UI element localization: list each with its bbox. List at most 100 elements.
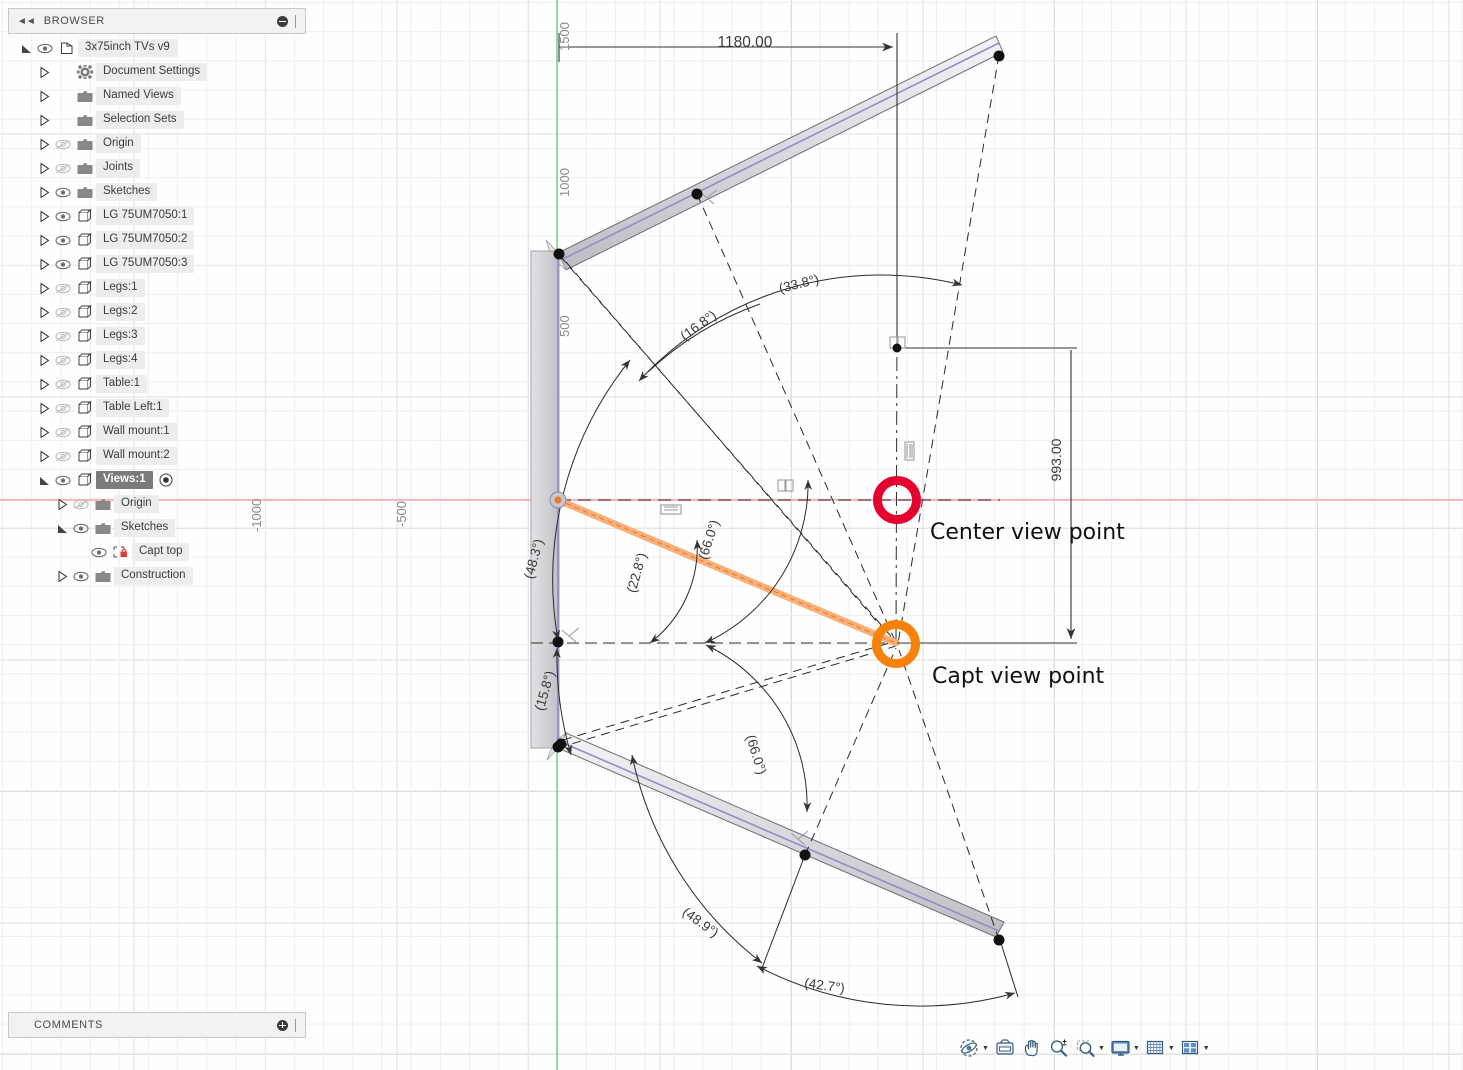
tv-panel-bottom[interactable] <box>546 732 1005 938</box>
expand-toggle-closed[interactable] <box>36 108 52 132</box>
expand-toggle-closed[interactable] <box>36 228 52 252</box>
navigation-toolbar[interactable]: ▼ ▼ ▼ ▼ ▼ <box>958 1034 1211 1062</box>
dimension-993[interactable] <box>897 347 1077 644</box>
browser-item-joints[interactable]: Joints <box>8 156 306 180</box>
chevron-down-icon[interactable]: ▼ <box>982 1045 989 1052</box>
expand-toggle-closed[interactable] <box>36 60 52 84</box>
browser-item-lg-75um7050-3[interactable]: LG 75UM7050:3 <box>8 252 306 276</box>
browser-item-legs-4[interactable]: Legs:4 <box>8 348 306 372</box>
browser-item-origin[interactable]: Origin <box>8 492 306 516</box>
chevron-down-icon[interactable]: ▼ <box>1098 1045 1105 1052</box>
eye-visible-icon[interactable] <box>52 187 74 198</box>
plus-circle-icon[interactable] <box>277 1019 288 1031</box>
eye-visible-icon[interactable] <box>70 523 92 534</box>
expand-toggle-closed[interactable] <box>36 444 52 468</box>
grid-snaps-button[interactable]: ▼ <box>1144 1035 1176 1061</box>
browser-item-legs-2[interactable]: Legs:2 <box>8 300 306 324</box>
selected-sketch-line[interactable] <box>554 496 900 647</box>
sketch-constraint-glyphs[interactable] <box>561 189 915 846</box>
expand-toggle-closed[interactable] <box>36 180 52 204</box>
browser-item-table-left-1[interactable]: Table Left:1 <box>8 396 306 420</box>
browser-item-wall-mount-2[interactable]: Wall mount:2 <box>8 444 306 468</box>
browser-item-lg-75um7050-2[interactable]: LG 75UM7050:2 <box>8 228 306 252</box>
browser-item-construction[interactable]: Construction <box>8 564 306 588</box>
expand-toggle-closed[interactable] <box>36 372 52 396</box>
chevron-down-icon[interactable]: ▼ <box>1203 1045 1210 1052</box>
expand-toggle-closed[interactable] <box>54 492 70 516</box>
expand-toggle-closed[interactable] <box>54 564 70 588</box>
chevron-down-icon[interactable]: ▼ <box>1168 1045 1175 1052</box>
eye-hidden-icon[interactable] <box>52 139 74 150</box>
browser-item-wall-mount-1[interactable]: Wall mount:1 <box>8 420 306 444</box>
expand-toggle-closed[interactable] <box>36 252 52 276</box>
expand-toggle-closed[interactable] <box>36 132 52 156</box>
expand-toggle-open[interactable] <box>54 516 70 540</box>
eye-visible-icon[interactable] <box>88 547 110 558</box>
viewports-button[interactable]: ▼ <box>1179 1035 1211 1061</box>
sketch-points[interactable] <box>552 50 1005 946</box>
expand-toggle-closed[interactable] <box>36 396 52 420</box>
chevron-down-icon[interactable]: ▼ <box>1133 1045 1140 1052</box>
browser-item-origin[interactable]: Origin <box>8 132 306 156</box>
expand-toggle-closed[interactable] <box>36 276 52 300</box>
comments-header[interactable]: COMMENTS <box>8 1012 306 1038</box>
browser-item-label: Document Settings <box>96 62 208 82</box>
browser-item-lg-75um7050-1[interactable]: LG 75UM7050:1 <box>8 204 306 228</box>
browser-tree[interactable]: 3x75inch TVs v9 Document Settings Named Vi… <box>8 36 306 588</box>
eye-hidden-icon[interactable] <box>52 331 74 342</box>
collapse-arrows-icon[interactable]: ◄◄ <box>17 16 36 27</box>
sketch-origin-point[interactable] <box>549 491 567 509</box>
eye-visible-icon[interactable] <box>34 43 56 54</box>
pan-hand-button[interactable] <box>1020 1035 1044 1061</box>
browser-item-legs-3[interactable]: Legs:3 <box>8 324 306 348</box>
browser-item-document-settings[interactable]: Document Settings <box>8 60 306 84</box>
eye-hidden-icon[interactable] <box>52 403 74 414</box>
browser-item-3x75inch-tvs-v9[interactable]: 3x75inch TVs v9 <box>8 36 306 60</box>
eye-hidden-icon[interactable] <box>52 307 74 318</box>
expand-toggle-closed[interactable] <box>36 300 52 324</box>
look-at-button[interactable] <box>993 1035 1017 1061</box>
eye-hidden-icon[interactable] <box>52 427 74 438</box>
eye-visible-icon[interactable] <box>52 259 74 270</box>
eye-hidden-icon[interactable] <box>52 379 74 390</box>
eye-hidden-icon[interactable] <box>70 499 92 510</box>
browser-item-capt-top[interactable]: Capt top <box>8 540 306 564</box>
expand-toggle-open[interactable] <box>18 36 34 60</box>
expand-toggle-closed[interactable] <box>36 156 52 180</box>
eye-visible-icon[interactable] <box>52 475 74 486</box>
expand-toggle-closed[interactable] <box>36 420 52 444</box>
browser-item-legs-1[interactable]: Legs:1 <box>8 276 306 300</box>
expand-toggle-closed[interactable] <box>36 84 52 108</box>
expand-toggle-open[interactable] <box>36 468 52 492</box>
comments-grip[interactable] <box>295 1018 298 1032</box>
browser-item-table-1[interactable]: Table:1 <box>8 372 306 396</box>
dimension-1180[interactable] <box>558 33 898 348</box>
eye-hidden-icon[interactable] <box>52 283 74 294</box>
activate-component-radio[interactable] <box>159 473 173 487</box>
center-view-point-marker[interactable] <box>873 476 921 524</box>
expand-toggle-closed[interactable] <box>36 204 52 228</box>
expand-toggle-closed[interactable] <box>36 324 52 348</box>
fit-window-button[interactable]: ▼ <box>1074 1035 1106 1061</box>
minus-circle-icon[interactable] <box>277 15 288 27</box>
tv-panel-top[interactable] <box>545 35 1004 271</box>
browser-item-sketches[interactable]: Sketches <box>8 516 306 540</box>
eye-hidden-icon[interactable] <box>52 451 74 462</box>
browser-item-sketches[interactable]: Sketches <box>8 180 306 204</box>
eye-hidden-icon[interactable] <box>52 163 74 174</box>
eye-hidden-icon[interactable] <box>52 355 74 366</box>
eye-visible-icon <box>55 475 71 485</box>
eye-visible-icon[interactable] <box>70 571 92 582</box>
browser-header[interactable]: ◄◄ BROWSER <box>8 8 306 34</box>
eye-visible-icon[interactable] <box>52 235 74 246</box>
capt-view-point-marker[interactable] <box>872 620 920 668</box>
eye-visible-icon[interactable] <box>52 211 74 222</box>
browser-item-views-1[interactable]: Views:1 <box>8 468 306 492</box>
display-settings-button[interactable]: ▼ <box>1109 1035 1141 1061</box>
zoom-magnifier-button[interactable] <box>1047 1035 1071 1061</box>
orbit-button[interactable]: ▼ <box>958 1035 990 1061</box>
browser-item-selection-sets[interactable]: Selection Sets <box>8 108 306 132</box>
browser-item-named-views[interactable]: Named Views <box>8 84 306 108</box>
expand-toggle-closed[interactable] <box>36 348 52 372</box>
panel-grip[interactable] <box>295 14 298 28</box>
